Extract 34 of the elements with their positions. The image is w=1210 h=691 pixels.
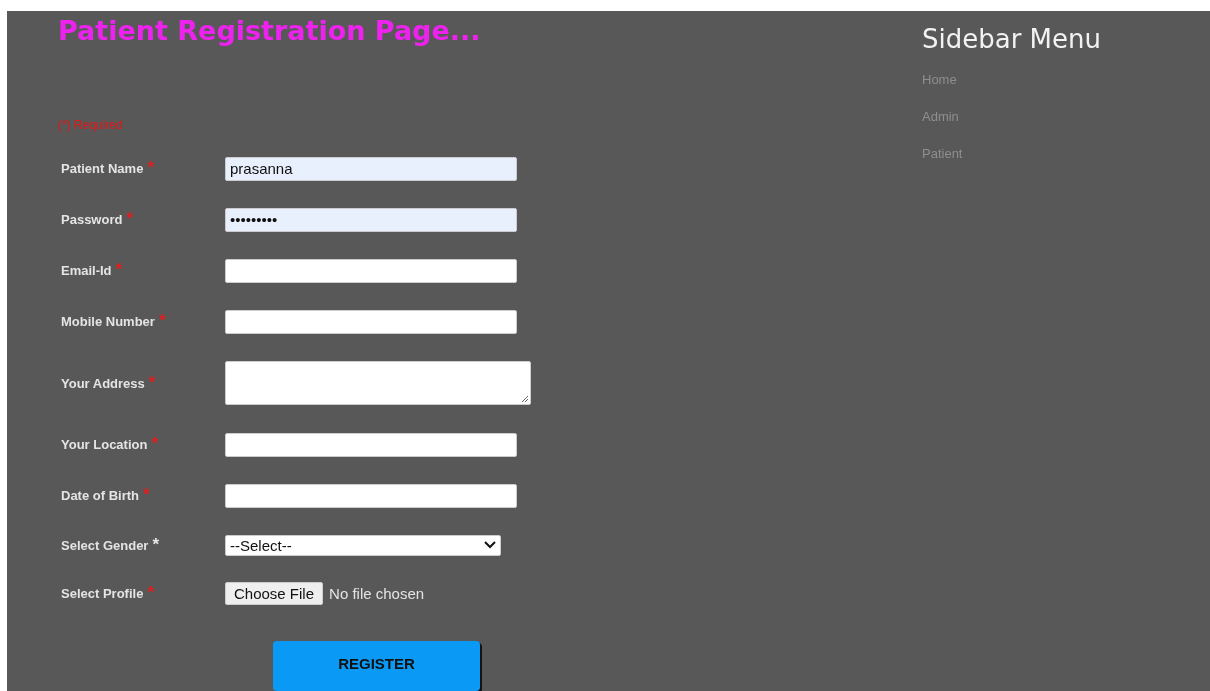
field-label: Your Location (61, 437, 148, 452)
field-label: Mobile Number (61, 314, 155, 329)
register-button[interactable]: REGISTER (273, 641, 480, 691)
input-field[interactable] (225, 258, 517, 283)
required-asterisk: * (115, 263, 123, 278)
field-label: Select Profile (61, 585, 144, 601)
required-asterisk: * (152, 537, 160, 553)
field-label: Select Gender (61, 537, 149, 553)
address-field[interactable] (225, 361, 531, 405)
input-field[interactable]: prasanna (225, 156, 517, 181)
chevron-icon (484, 541, 496, 549)
required-note: (*) Required (58, 118, 123, 132)
field-label: Email-Id (61, 263, 112, 278)
input-field[interactable] (225, 309, 517, 334)
file-status: No file chosen (329, 584, 425, 602)
required-asterisk: * (143, 488, 150, 503)
sidebar-title: Sidebar Menu (922, 24, 1101, 54)
input-field[interactable] (225, 483, 517, 508)
field-label: Date of Birth (61, 488, 139, 503)
required-asterisk: * (151, 437, 159, 452)
required-asterisk: * (148, 375, 156, 391)
gender-select[interactable]: --Select-- (225, 534, 501, 556)
input-field[interactable]: ••••••••• (225, 207, 517, 232)
field-label: Password (61, 212, 123, 227)
required-asterisk: * (147, 161, 154, 176)
resize-grip-icon[interactable] (521, 395, 528, 402)
required-asterisk: * (126, 212, 134, 227)
required-asterisk: * (147, 585, 154, 601)
page-title: Patient Registration Page... (58, 14, 481, 46)
field-label: Patient Name (61, 161, 144, 176)
required-asterisk: * (158, 314, 166, 329)
field-label: Your Address (61, 375, 145, 391)
choose-file-button[interactable]: Choose File (225, 581, 324, 605)
input-field[interactable] (225, 432, 517, 457)
